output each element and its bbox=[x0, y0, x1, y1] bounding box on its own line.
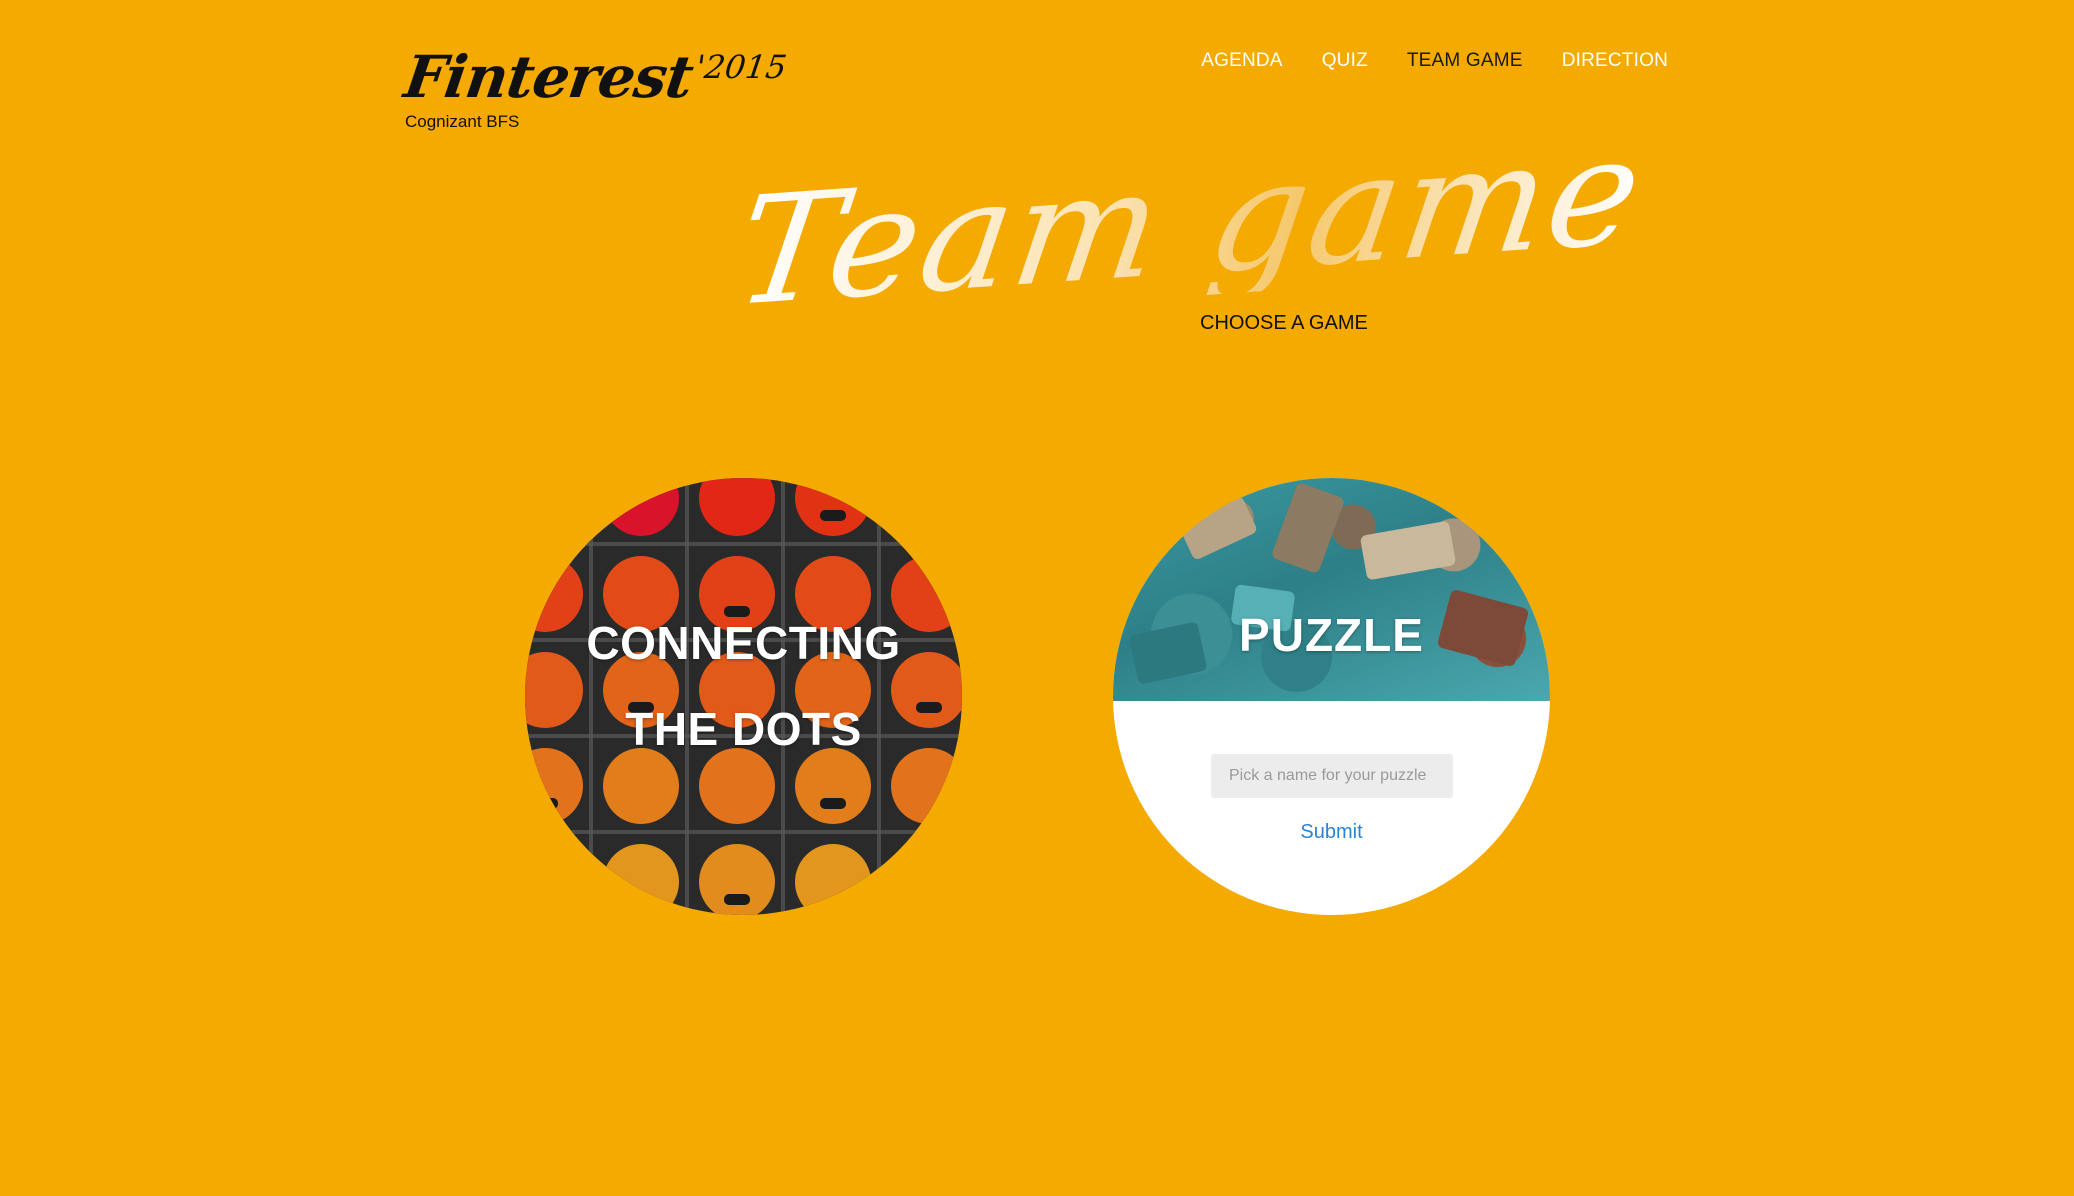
connecting-dots-game-card[interactable]: CONNECTING THE DOTS bbox=[525, 478, 962, 915]
nav-team-game[interactable]: TEAM GAME bbox=[1407, 50, 1523, 72]
puzzle-submit-button[interactable]: Submit bbox=[1113, 820, 1550, 845]
connecting-dots-title-line1: CONNECTING bbox=[586, 617, 901, 669]
nav-quiz[interactable]: QUIZ bbox=[1322, 50, 1368, 72]
site-logo[interactable]: Finterest'2015 Cognizant BFS bbox=[400, 43, 789, 132]
logo-wordmark: Finterest bbox=[400, 43, 697, 111]
puzzle-name-input[interactable] bbox=[1211, 754, 1453, 798]
page-title: Team game bbox=[726, 104, 1654, 340]
logo-subtitle: Cognizant BFS bbox=[405, 112, 520, 131]
puzzle-pieces-image bbox=[1113, 478, 1550, 701]
dots-board-image bbox=[525, 478, 962, 915]
main-nav: AGENDA QUIZ TEAM GAME DIRECTION bbox=[1162, 50, 1668, 72]
puzzle-title: PUZZLE bbox=[1239, 609, 1424, 661]
puzzle-game-card: PUZZLE Submit bbox=[1113, 478, 1550, 915]
connecting-dots-title-line2: THE DOTS bbox=[625, 703, 862, 755]
logo-year: '2015 bbox=[693, 48, 789, 86]
page-subtitle: CHOOSE A GAME bbox=[1200, 312, 1368, 334]
nav-agenda[interactable]: AGENDA bbox=[1201, 50, 1282, 72]
nav-direction[interactable]: DIRECTION bbox=[1562, 50, 1668, 72]
